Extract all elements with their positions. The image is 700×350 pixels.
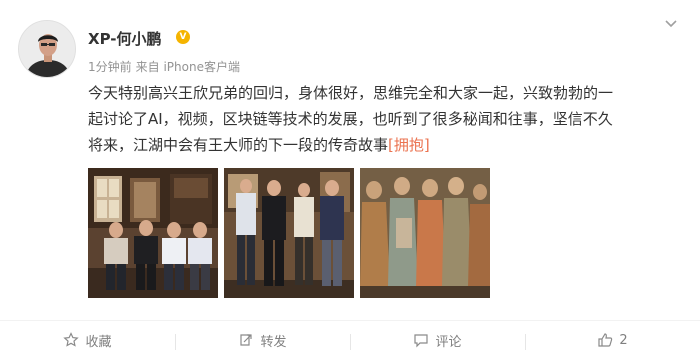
like-button[interactable]: 2 [525, 330, 700, 350]
verified-v-icon: V [176, 30, 190, 44]
photo-four-men-standing[interactable] [224, 168, 354, 298]
comment-label: 评论 [435, 334, 462, 350]
repost-icon [240, 334, 253, 346]
thumbs-up-icon [598, 333, 613, 347]
avatar[interactable] [18, 20, 76, 78]
hug-emoji: [拥抱] [388, 136, 430, 154]
avatar-portrait [19, 21, 75, 77]
divider [0, 320, 700, 321]
post-text-line: 今天特别高兴王欣兄弟的回归，身体很好，思维完全和大家一起，兴致勃勃的一 [88, 84, 614, 102]
action-bar: 收藏 转发 评论 2 [0, 330, 700, 350]
post-time[interactable]: 1分钟前 [88, 60, 132, 74]
post-meta: 1分钟前 来自 iPhone客户端 [88, 58, 240, 75]
photo-mural[interactable] [360, 168, 490, 298]
star-icon [63, 332, 80, 347]
post-text: 今天特别高兴王欣兄弟的回归，身体很好，思维完全和大家一起，兴致勃勃的一 起讨论了… [88, 80, 688, 158]
repost-label: 转发 [260, 334, 287, 350]
author-name[interactable]: XP-何小鹏 [88, 28, 162, 49]
favorite-label: 收藏 [85, 334, 112, 350]
weibo-post: XP-何小鹏 V 1分钟前 来自 iPhone客户端 今天特别高兴王欣兄弟的回归，… [0, 0, 700, 350]
comment-button[interactable]: 评论 [350, 330, 525, 350]
post-text-line-3: 将来，江湖中会有王大师的下一段的传奇故事 [88, 136, 389, 154]
comment-icon [414, 334, 429, 348]
post-text-line: 将来，江湖中会有王大师的下一段的传奇故事[拥抱] [88, 132, 688, 158]
favorite-button[interactable]: 收藏 [0, 330, 175, 350]
post-source: 来自 iPhone客户端 [135, 60, 240, 74]
chevron-down-icon[interactable] [662, 18, 680, 32]
photo-four-men-sitting[interactable] [88, 168, 218, 298]
like-count: 2 [619, 332, 628, 348]
repost-button[interactable]: 转发 [175, 330, 350, 350]
post-text-line: 起讨论了AI，视频，区块链等技术的发展，也听到了很多秘闻和往事，坚信不久 [88, 110, 613, 128]
